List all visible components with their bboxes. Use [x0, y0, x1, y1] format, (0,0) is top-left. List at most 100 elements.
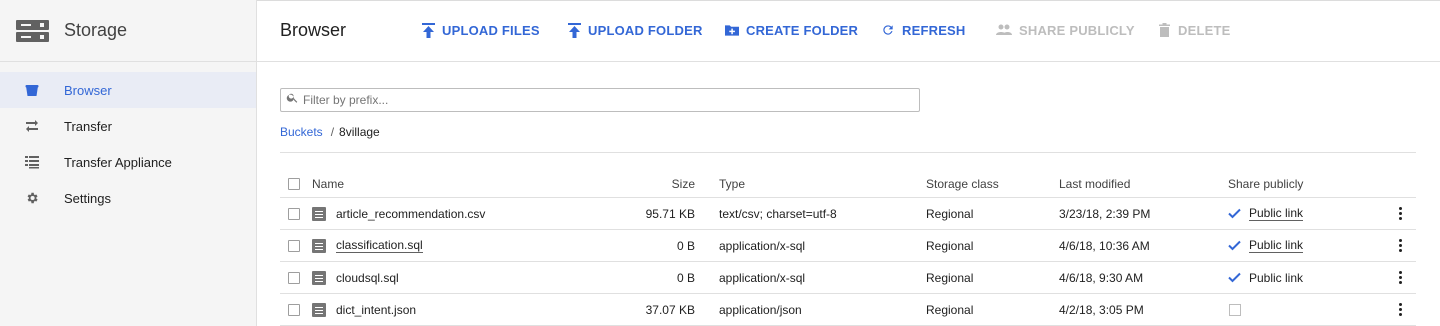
public-link[interactable]: Public link [1249, 238, 1304, 253]
sidebar: Storage Browser Transfer Transfer Applia… [0, 0, 257, 326]
header-toolbar: Browser UPLOAD FILES UPLOAD FOLDER CREAT… [257, 0, 1440, 62]
row-checkbox[interactable] [288, 198, 300, 229]
create-folder-icon [725, 22, 739, 38]
list-icon [24, 154, 40, 170]
trash-icon [1157, 22, 1171, 38]
table-row: article_recommendation.csv 95.71 KB text… [280, 198, 1416, 230]
divider [280, 152, 1416, 153]
app-title: Storage [64, 20, 128, 40]
last-modified-cell: 4/2/18, 3:05 PM [1059, 302, 1144, 317]
more-vert-icon [1398, 271, 1402, 284]
refresh-icon [881, 22, 895, 38]
upload-files-label: UPLOAD FILES [442, 22, 540, 38]
upload-folder-label: UPLOAD FOLDER [588, 22, 703, 38]
file-name-link[interactable]: cloudsql.sql [336, 271, 399, 285]
share-publicly-button[interactable]: SHARE PUBLICLY [996, 22, 1135, 38]
delete-label: DELETE [1178, 22, 1231, 38]
people-icon [996, 22, 1012, 38]
public-checkbox[interactable] [1228, 271, 1241, 284]
delete-button[interactable]: DELETE [1157, 22, 1230, 38]
row-checkbox[interactable] [288, 230, 300, 261]
public-checkbox[interactable] [1228, 207, 1241, 220]
create-folder-label: CREATE FOLDER [746, 22, 859, 38]
last-modified-cell: 4/6/18, 10:36 AM [1059, 238, 1150, 253]
name-cell: classification.sql [312, 230, 423, 261]
size-cell: 37.07 KB [645, 302, 695, 317]
sidebar-item-label: Transfer [64, 118, 112, 134]
sidebar-item-transfer[interactable]: Transfer [0, 108, 256, 144]
page-title: Browser [280, 20, 347, 40]
sidebar-item-label: Settings [64, 190, 111, 206]
upload-files-button[interactable]: UPLOAD FILES [421, 22, 540, 38]
type-cell: application/json [719, 302, 802, 317]
file-icon [312, 302, 326, 317]
public-checkbox[interactable] [1228, 303, 1241, 316]
row-checkbox[interactable] [288, 294, 300, 325]
storage-class-cell: Regional [926, 206, 974, 221]
file-name-link[interactable]: dict_intent.json [336, 303, 416, 317]
public-link[interactable]: Public link [1249, 271, 1303, 285]
table-row: dict_intent.json 37.07 KB application/js… [280, 294, 1416, 326]
upload-icon [567, 22, 581, 38]
file-name-link[interactable]: article_recommendation.csv [336, 207, 485, 221]
more-vert-icon [1398, 239, 1402, 252]
sidebar-item-browser[interactable]: Browser [0, 72, 256, 108]
column-header-last-modified[interactable]: Last modified [1059, 170, 1130, 197]
transfer-arrows-icon [24, 118, 40, 134]
sidebar-item-label: Transfer Appliance [64, 154, 172, 170]
row-menu-button[interactable] [1392, 198, 1408, 229]
table-row: cloudsql.sql 0 B application/x-sql Regio… [280, 262, 1416, 294]
column-header-storage-class[interactable]: Storage class [926, 170, 999, 197]
file-name-link[interactable]: classification.sql [336, 238, 423, 253]
more-vert-icon [1398, 303, 1402, 316]
type-cell: text/csv; charset=utf-8 [719, 206, 837, 221]
size-cell: 95.71 KB [645, 206, 695, 221]
sidebar-item-transfer-appliance[interactable]: Transfer Appliance [0, 144, 256, 180]
storage-class-cell: Regional [926, 270, 974, 285]
public-link[interactable]: Public link [1249, 206, 1304, 221]
row-menu-button[interactable] [1392, 294, 1408, 325]
type-cell: application/x-sql [719, 238, 806, 253]
gear-icon [24, 190, 40, 206]
column-header-name[interactable]: Name [312, 170, 344, 197]
last-modified-cell: 3/23/18, 2:39 PM [1059, 206, 1151, 221]
column-header-size[interactable]: Size [580, 170, 695, 197]
brand: Storage [0, 0, 256, 62]
sidebar-item-label: Browser [64, 82, 112, 98]
sidebar-item-settings[interactable]: Settings [0, 180, 256, 216]
share-cell: Public link [1228, 262, 1303, 293]
create-folder-button[interactable]: CREATE FOLDER [725, 22, 858, 38]
share-cell [1228, 294, 1249, 325]
type-cell: application/x-sql [719, 270, 806, 285]
share-publicly-label: SHARE PUBLICLY [1019, 22, 1135, 38]
sidebar-nav: Browser Transfer Transfer Appliance Sett… [0, 62, 256, 216]
table-header: Name Size Type Storage class Last modifi… [280, 170, 1416, 198]
refresh-button[interactable]: REFRESH [881, 22, 966, 38]
public-checkbox[interactable] [1228, 239, 1241, 252]
filter-input[interactable] [303, 93, 903, 107]
bucket-icon [24, 82, 40, 98]
more-vert-icon [1398, 207, 1402, 220]
row-menu-button[interactable] [1392, 230, 1408, 261]
breadcrumb-current: 8village [339, 125, 380, 139]
share-cell: Public link [1228, 198, 1304, 229]
size-cell: 0 B [676, 270, 695, 285]
file-icon [312, 238, 326, 253]
storage-logo-icon [16, 19, 49, 42]
name-cell: article_recommendation.csv [312, 198, 485, 229]
column-header-share-publicly: Share publicly [1228, 176, 1304, 191]
storage-class-cell: Regional [926, 302, 974, 317]
main-content: Browser UPLOAD FILES UPLOAD FOLDER CREAT… [257, 0, 1440, 326]
name-cell: dict_intent.json [312, 294, 416, 325]
upload-folder-button[interactable]: UPLOAD FOLDER [567, 22, 703, 38]
select-all-checkbox[interactable] [288, 170, 300, 197]
breadcrumb-buckets-link[interactable]: Buckets [280, 125, 323, 139]
objects-table: Name Size Type Storage class Last modifi… [280, 170, 1416, 326]
row-menu-button[interactable] [1392, 262, 1408, 293]
name-cell: cloudsql.sql [312, 262, 399, 293]
table-row: classification.sql 0 B application/x-sql… [280, 230, 1416, 262]
breadcrumb: Buckets / 8village [280, 125, 380, 139]
size-cell: 0 B [676, 238, 695, 253]
column-header-type[interactable]: Type [719, 170, 745, 197]
row-checkbox[interactable] [288, 262, 300, 293]
